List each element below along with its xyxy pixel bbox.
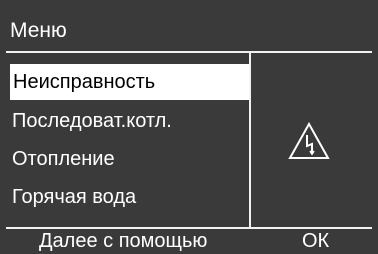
menu-title: Меню — [10, 19, 67, 42]
status-panel — [251, 53, 372, 227]
menu-item-hot-water[interactable]: Горячая вода — [6, 179, 246, 215]
warning-electric-icon — [288, 122, 330, 159]
boiler-display-screen: Меню Неисправность Последоват.котл. Отоп… — [0, 0, 378, 254]
menu-item-fault[interactable]: Неисправность — [10, 64, 250, 100]
footer-hint: Далее с помощью — [39, 230, 208, 252]
ok-button[interactable]: ОК — [302, 229, 329, 254]
menu-item-boiler-sequence[interactable]: Последоват.котл. — [6, 103, 246, 139]
menu-list: Неисправность Последоват.котл. Отопление… — [6, 56, 250, 227]
menu-item-heating[interactable]: Отопление — [6, 141, 246, 177]
